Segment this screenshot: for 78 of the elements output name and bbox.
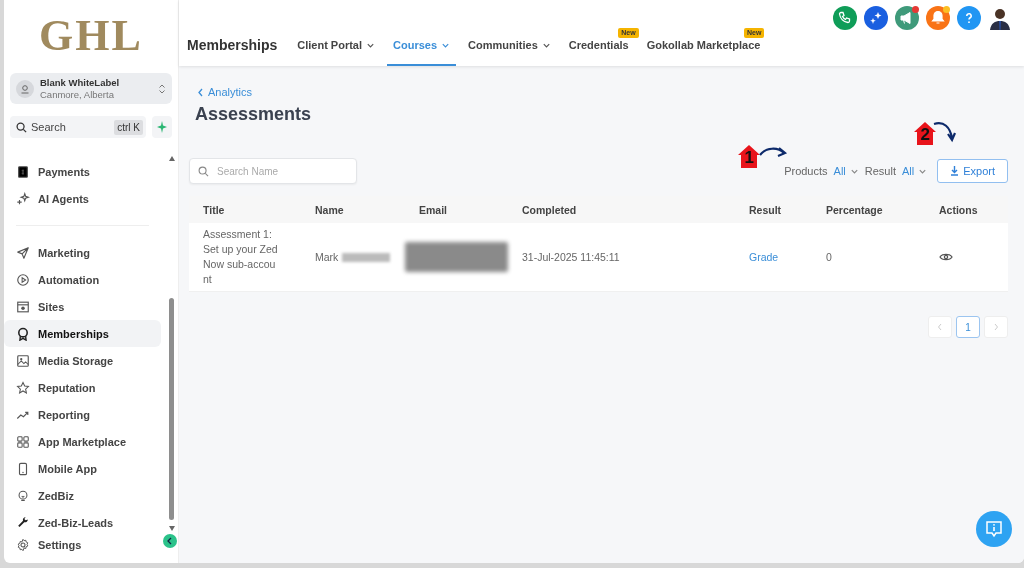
settings-icon [16, 537, 30, 552]
column-header: Percentage [812, 196, 925, 223]
page-title: Assessments [195, 104, 313, 125]
filter-label: Products [784, 165, 828, 177]
chevron-right-icon [993, 323, 999, 331]
table-cell: 31-Jul-2025 11:45:11 [508, 223, 735, 292]
grade-link[interactable]: Grade [749, 249, 779, 265]
view-icon[interactable] [939, 252, 953, 262]
bell-icon [929, 9, 947, 27]
phone-button[interactable] [833, 6, 857, 30]
collapse-button[interactable] [163, 534, 177, 548]
download-icon [950, 166, 960, 176]
feedback-button[interactable] [976, 511, 1012, 547]
sidebar-item[interactable]: Sites [4, 293, 161, 320]
chat-info-icon [984, 519, 1004, 539]
sparkle-icon [16, 191, 30, 206]
account-name: Blank WhiteLabel [40, 76, 121, 89]
scroll-down-icon[interactable] [169, 526, 175, 531]
send-icon [16, 245, 30, 260]
play-icon [16, 272, 30, 287]
sidebar-item[interactable]: Marketing [4, 239, 161, 266]
account-location: Canmore, Alberta [40, 88, 115, 101]
search-icon [198, 165, 209, 177]
nav-tab[interactable]: Communities [462, 39, 557, 66]
nav-tab[interactable]: Gokollab Marketplace [640, 39, 767, 66]
help-button[interactable] [957, 6, 981, 30]
phone-icon [16, 461, 30, 476]
column-header: Result [735, 196, 812, 223]
page-button[interactable]: 1 [956, 316, 980, 338]
sidebar-item[interactable]: Media Storage [4, 347, 161, 374]
megaphone-button[interactable] [895, 6, 919, 30]
column-header: Name [301, 196, 405, 223]
wrench-icon [16, 515, 30, 530]
bell-button[interactable] [926, 6, 950, 30]
sidebar-item[interactable]: Reporting [4, 401, 161, 428]
table-cell: 0 [812, 223, 925, 292]
sidebar-item[interactable]: Mobile App [4, 455, 161, 482]
column-header: Email [405, 196, 508, 223]
sidebar-item[interactable]: App Marketplace [4, 428, 161, 455]
sparkle-button[interactable] [864, 6, 888, 30]
step-number: 2 [919, 125, 931, 145]
table-cell: Mark [315, 249, 339, 265]
updown-chevron-icon [158, 82, 166, 95]
search-icon [16, 121, 27, 133]
search-field[interactable]: Search ctrl K [10, 116, 146, 138]
sidebar-item[interactable]: AI Agents [4, 185, 161, 212]
chevron-left-icon [197, 87, 204, 97]
browser-icon [16, 299, 30, 314]
sidebar-item[interactable]: Automation [4, 266, 161, 293]
shortcut-key: ctrl K [114, 119, 143, 135]
sidebar-item[interactable]: Memberships [4, 320, 161, 347]
account-switcher[interactable]: Blank WhiteLabel Canmore, Alberta [10, 73, 172, 104]
ai-button[interactable] [152, 116, 172, 138]
nav-tab[interactable]: Client Portal [291, 39, 382, 66]
logo: GHL [38, 10, 144, 62]
page-heading: Memberships [187, 37, 279, 55]
step-number: 1 [743, 148, 755, 168]
column-header: Title [189, 196, 301, 223]
bolt-icon [157, 121, 167, 133]
sidebar-item[interactable]: ZedBiz [4, 482, 161, 509]
column-header: Completed [508, 196, 735, 223]
sidebar-item[interactable]: Payments [4, 158, 161, 185]
star-icon [16, 380, 30, 395]
image-icon [16, 353, 30, 368]
nav-tab[interactable]: Courses [387, 39, 457, 66]
grid-icon [16, 434, 30, 449]
award-icon [16, 326, 30, 341]
chevron-left-icon [937, 323, 943, 331]
column-header: Actions [925, 196, 1008, 223]
redacted-text [342, 252, 391, 262]
sidebar-item[interactable]: Reputation [4, 374, 161, 401]
filter-label: Result [864, 165, 896, 177]
scrollbar-thumb[interactable] [169, 298, 174, 520]
avatar[interactable] [988, 6, 1012, 30]
table-cell: Assessment 1: Set up your Zed Now sub-account [189, 223, 301, 292]
bulb-icon [16, 488, 30, 503]
nav-tab[interactable]: Credentials [562, 39, 635, 66]
scroll-up-icon[interactable] [169, 156, 175, 161]
